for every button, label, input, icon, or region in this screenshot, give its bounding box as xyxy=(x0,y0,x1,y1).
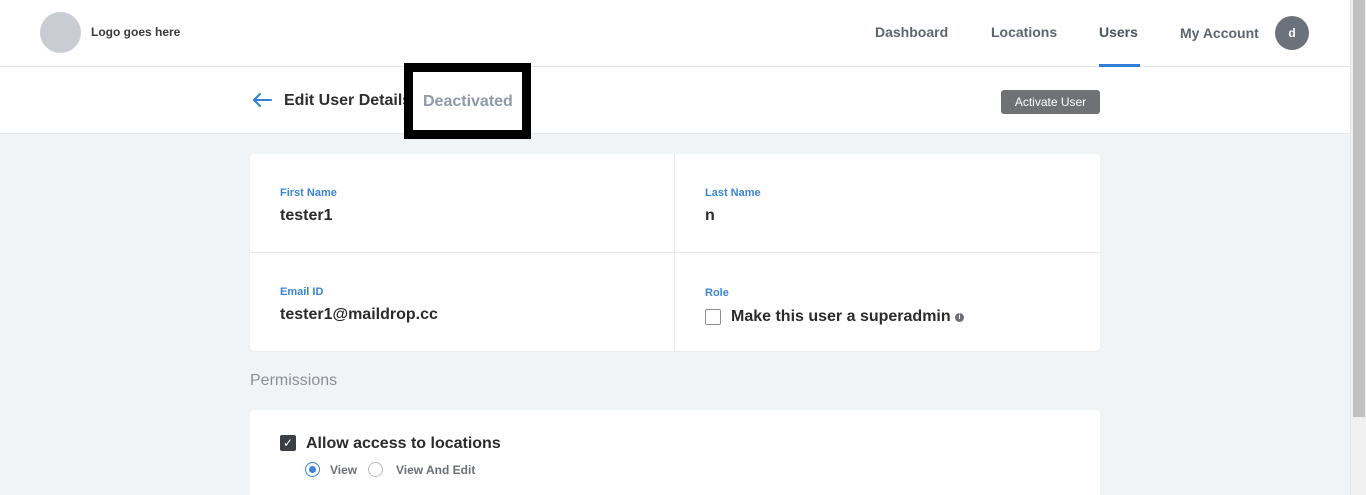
scrollbar-thumb[interactable] xyxy=(1353,0,1365,417)
nav-my-account[interactable]: My Account xyxy=(1180,25,1259,41)
view-and-edit-radio[interactable] xyxy=(368,462,383,477)
check-icon: ✓ xyxy=(282,436,294,450)
avatar[interactable]: d xyxy=(1275,16,1309,50)
row-divider xyxy=(250,252,1100,253)
email-label: Email ID xyxy=(280,286,324,298)
last-name-label: Last Name xyxy=(705,187,761,199)
allow-locations-checkbox[interactable]: ✓ xyxy=(280,435,296,451)
nav-locations[interactable]: Locations xyxy=(991,24,1057,40)
avatar-initial: d xyxy=(1288,26,1296,40)
role-label: Role xyxy=(705,287,729,299)
permissions-title: Permissions xyxy=(250,372,338,389)
last-name-field[interactable]: n xyxy=(705,207,715,225)
first-name-field[interactable]: tester1 xyxy=(280,207,332,225)
view-radio[interactable] xyxy=(305,462,320,477)
status-highlight-box: Deactivated xyxy=(404,63,531,139)
status-badge: Deactivated xyxy=(423,93,513,110)
email-field[interactable]: tester1@maildrop.cc xyxy=(280,306,438,324)
nav-users[interactable]: Users xyxy=(1099,24,1138,40)
logo-image[interactable] xyxy=(40,12,81,53)
view-and-edit-radio-label: View And Edit xyxy=(396,463,476,477)
allow-locations-label: Allow access to locations xyxy=(306,435,501,452)
top-navbar: Logo goes here Dashboard Locations Users… xyxy=(0,0,1350,67)
back-arrow-icon[interactable] xyxy=(251,92,273,108)
nav-dashboard[interactable]: Dashboard xyxy=(875,24,948,40)
superadmin-checkbox[interactable] xyxy=(705,309,721,325)
page-header: Edit User Details Deactivated Activate U… xyxy=(0,63,1350,139)
first-name-label: First Name xyxy=(280,187,337,199)
user-details-card: First Name tester1 Last Name n Email ID … xyxy=(250,154,1100,351)
permissions-card: ✓ Allow access to locations View View An… xyxy=(250,410,1100,495)
info-icon[interactable]: i xyxy=(955,313,964,322)
view-radio-label: View xyxy=(330,463,358,477)
logo-text: Logo goes here xyxy=(91,25,181,39)
activate-user-button[interactable]: Activate User xyxy=(1001,90,1100,114)
superadmin-label: Make this user a superadmin xyxy=(731,308,951,325)
page-scrollbar[interactable] xyxy=(1350,0,1366,495)
page-title: Edit User Details xyxy=(284,92,412,109)
